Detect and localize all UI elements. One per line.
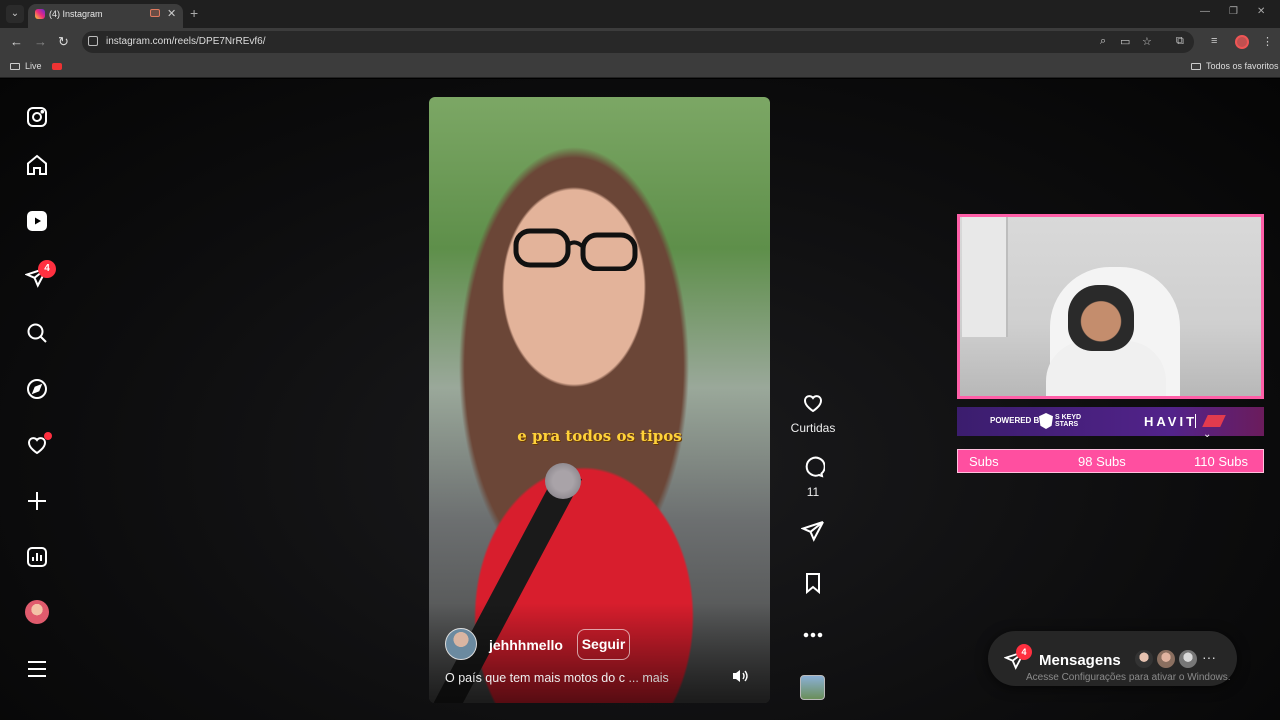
explore-icon[interactable] <box>24 376 50 402</box>
reel-video[interactable]: e pra todos os tipos jehhhmello Seguir O… <box>429 97 770 703</box>
bookmark-all[interactable]: Todos os favoritos <box>1191 61 1279 71</box>
heart-icon[interactable] <box>801 391 825 415</box>
folder-icon <box>1191 63 1201 70</box>
more-horizontal-icon[interactable]: ··· <box>1202 649 1216 665</box>
messages-badge: 4 <box>1016 644 1032 660</box>
glasses-graphic <box>513 228 638 271</box>
cast-icon[interactable]: ▭ <box>1120 35 1130 48</box>
description-more-link[interactable]: ... mais <box>628 671 668 685</box>
sponsor-text: HAVIT <box>1144 414 1198 429</box>
profile-avatar[interactable] <box>25 600 49 624</box>
close-window-icon[interactable]: ✕ <box>1257 6 1265 17</box>
messages-label: Mensagens <box>1039 652 1121 669</box>
subs-goal: 110 Subs <box>1194 454 1248 469</box>
create-icon[interactable] <box>24 488 50 514</box>
search-icon[interactable] <box>24 320 50 346</box>
chevron-down-icon: ⌄ <box>1203 429 1212 440</box>
tab-instagram[interactable]: (4) Instagram ✕ <box>28 4 183 28</box>
brand-text: S KEYD STARS <box>1055 414 1082 428</box>
notifications-badge: 4 <box>38 260 56 278</box>
bookmark-live[interactable]: Live <box>10 61 42 71</box>
video-caption-overlay: e pra todos os tipos <box>517 427 682 445</box>
contact-avatar <box>1177 648 1199 670</box>
powered-by-text: POWERED BY <box>990 416 1045 425</box>
url-text[interactable]: instagram.com/reels/DPE7NrREvf6/ <box>106 36 266 47</box>
bookmarks-bar: Live Todos os favoritos <box>0 56 1280 78</box>
minimize-icon[interactable]: — <box>1200 6 1210 17</box>
volume-icon[interactable] <box>731 668 749 684</box>
save-action[interactable] <box>790 571 836 600</box>
reel-description[interactable]: O país que tem mais motos do c ... mais <box>445 671 705 685</box>
tab-close-icon[interactable]: ✕ <box>167 7 176 20</box>
comments-count: 11 <box>806 485 820 499</box>
share-action[interactable] <box>790 519 836 548</box>
home-icon[interactable] <box>24 152 50 178</box>
profile-avatar-icon[interactable] <box>1235 35 1249 49</box>
subs-current: 98 Subs <box>1078 454 1126 469</box>
sponsor-banner: POWERED BY S KEYD STARS HAVIT ⌄ <box>957 407 1264 440</box>
media-controls-icon[interactable]: ≡ <box>1211 35 1217 47</box>
likes-label: Curtidas <box>790 421 836 435</box>
banner-divider <box>1195 414 1196 428</box>
share-icon[interactable] <box>800 519 825 543</box>
extensions-icon[interactable]: ⧉ <box>1176 35 1184 48</box>
keyd-stars-logo-icon <box>1039 413 1053 429</box>
activity-dot <box>44 432 52 440</box>
follow-button[interactable]: Seguir <box>577 629 630 660</box>
comment-icon[interactable] <box>801 455 826 479</box>
contact-avatar <box>1133 648 1155 670</box>
browser-toolbar: ← → ↻ instagram.com/reels/DPE7NrREvf6/ ⌕… <box>0 28 1280 56</box>
subs-goal-bar: Subs 98 Subs 110 Subs <box>957 449 1264 473</box>
more-horizontal-icon[interactable] <box>801 623 825 647</box>
audio-playing-icon[interactable] <box>150 9 160 17</box>
author-username[interactable]: jehhhmello <box>489 637 563 653</box>
cam-person <box>1068 285 1134 351</box>
author-avatar[interactable] <box>445 628 477 660</box>
original-audio-thumbnail[interactable] <box>800 675 825 700</box>
like-action[interactable]: Curtidas <box>790 391 836 435</box>
instagram-logo-icon[interactable] <box>24 104 50 130</box>
reels-icon[interactable] <box>24 208 50 234</box>
dashboard-icon[interactable] <box>24 544 50 570</box>
webcam-overlay <box>957 214 1264 399</box>
menu-kebab-icon[interactable]: ⋮ <box>1262 35 1273 48</box>
microphone-graphic <box>545 463 581 499</box>
windows-activation-notice: Acesse Configurações para ativar o Windo… <box>1026 672 1231 683</box>
folder-icon <box>10 63 20 70</box>
back-icon[interactable]: ← <box>10 34 23 49</box>
description-text: O país que tem mais motos do c <box>445 671 625 685</box>
zoom-icon[interactable]: ⌕ <box>1100 35 1106 48</box>
reload-icon[interactable]: ↻ <box>58 34 69 50</box>
more-options-action[interactable] <box>790 623 836 652</box>
new-tab-icon[interactable]: + <box>190 5 198 21</box>
bookmark-star-icon[interactable]: ☆ <box>1142 35 1152 48</box>
bookmark-icon[interactable] <box>801 571 825 595</box>
contact-avatar <box>1155 648 1177 670</box>
more-menu-icon[interactable] <box>24 656 50 682</box>
tab-bar: ⌄ (4) Instagram ✕ + — ❐ ✕ <box>0 0 1280 28</box>
youtube-icon[interactable] <box>52 63 62 70</box>
sponsor-mark-icon <box>1202 415 1226 427</box>
forward-icon[interactable]: → <box>34 34 47 49</box>
comment-action[interactable]: 11 <box>790 455 836 499</box>
restore-icon[interactable]: ❐ <box>1229 6 1238 17</box>
tab-search-button[interactable]: ⌄ <box>6 5 24 23</box>
tab-title: (4) Instagram <box>49 9 103 19</box>
instagram-page: 4 e pra todos os tipos jehhhmello Seguir… <box>0 79 1280 720</box>
site-info-icon[interactable] <box>88 36 98 46</box>
instagram-favicon-icon <box>35 9 45 19</box>
subs-label: Subs <box>969 454 999 469</box>
cam-shelf <box>962 217 1008 337</box>
address-bar[interactable]: instagram.com/reels/DPE7NrREvf6/ ⌕ ▭ ☆ <box>82 31 1194 53</box>
